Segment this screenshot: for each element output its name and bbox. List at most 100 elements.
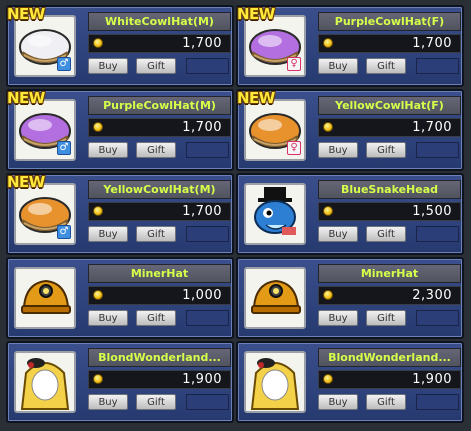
item-name: MinerHat [318, 264, 461, 283]
male-icon: ♂ [57, 225, 71, 239]
empty-button-slot [186, 226, 229, 242]
item-thumbnail[interactable]: ♂ [14, 183, 76, 245]
coin-icon [323, 38, 333, 48]
shop-item-card[interactable]: ♂ NEW WhiteCowlHat(M) 1,700 Buy Gift [6, 5, 234, 87]
item-thumbnail[interactable] [244, 183, 306, 245]
coin-icon [93, 374, 103, 384]
item-thumbnail[interactable]: ♀ [244, 99, 306, 161]
empty-button-slot [186, 142, 229, 158]
coin-icon [323, 206, 333, 216]
buy-button[interactable]: Buy [318, 310, 358, 326]
price-bar: 1,000 [88, 286, 231, 305]
new-badge: NEW [237, 89, 275, 107]
shop-item-card[interactable]: ♀ NEW YellowCowlHat(F) 1,700 Buy Gift [236, 89, 464, 171]
empty-button-slot [186, 310, 229, 326]
item-price: 1,900 [412, 372, 452, 387]
price-bar: 1,900 [88, 370, 231, 389]
item-thumbnail[interactable] [244, 267, 306, 329]
buy-button[interactable]: Buy [318, 58, 358, 74]
gift-button[interactable]: Gift [136, 58, 176, 74]
buy-button[interactable]: Buy [88, 394, 128, 410]
shop-item-card[interactable]: ♂ NEW YellowCowlHat(M) 1,700 Buy Gift [6, 173, 234, 255]
item-name: BlondWonderland... [88, 348, 231, 367]
shop-item-card[interactable]: BlueSnakeHead 1,500 Buy Gift [236, 173, 464, 255]
shop-item-card[interactable]: BlondWonderland... 1,900 Buy Gift [236, 341, 464, 423]
empty-button-slot [416, 310, 459, 326]
item-name: BlondWonderland... [318, 348, 461, 367]
shop-item-card[interactable]: MinerHat 2,300 Buy Gift [236, 257, 464, 339]
buy-button[interactable]: Buy [318, 142, 358, 158]
item-name: MinerHat [88, 264, 231, 283]
blond-wonderland-hair-icon [20, 358, 70, 410]
item-thumbnail[interactable]: ♂ [14, 15, 76, 77]
buy-button[interactable]: Buy [88, 226, 128, 242]
shop-item-card[interactable]: MinerHat 1,000 Buy Gift [6, 257, 234, 339]
price-bar: 1,500 [318, 202, 461, 221]
buy-button[interactable]: Buy [88, 58, 128, 74]
new-badge: NEW [237, 5, 275, 23]
miner-hat-icon [251, 279, 301, 314]
item-price: 1,900 [182, 372, 222, 387]
item-name: WhiteCowlHat(M) [88, 12, 231, 31]
empty-button-slot [186, 394, 229, 410]
shop-item-card[interactable]: ♀ NEW PurpleCowlHat(F) 1,700 Buy Gift [236, 5, 464, 87]
coin-icon [323, 374, 333, 384]
coin-icon [93, 122, 103, 132]
shop-item-card[interactable]: ♂ NEW PurpleCowlHat(M) 1,700 Buy Gift [6, 89, 234, 171]
gift-button[interactable]: Gift [136, 226, 176, 242]
gift-button[interactable]: Gift [136, 142, 176, 158]
buy-button[interactable]: Buy [318, 394, 358, 410]
item-thumbnail[interactable] [14, 351, 76, 413]
price-bar: 2,300 [318, 286, 461, 305]
item-price: 1,700 [412, 36, 452, 51]
male-icon: ♂ [57, 57, 71, 71]
item-name: PurpleCowlHat(M) [88, 96, 231, 115]
price-bar: 1,700 [318, 118, 461, 137]
item-name: YellowCowlHat(M) [88, 180, 231, 199]
price-bar: 1,700 [88, 34, 231, 53]
gift-button[interactable]: Gift [366, 58, 406, 74]
item-name: BlueSnakeHead [318, 180, 461, 199]
buy-button[interactable]: Buy [318, 226, 358, 242]
coin-icon [93, 206, 103, 216]
gift-button[interactable]: Gift [366, 394, 406, 410]
item-thumbnail[interactable]: ♀ [244, 15, 306, 77]
item-price: 1,700 [412, 120, 452, 135]
gift-button[interactable]: Gift [136, 310, 176, 326]
coin-icon [323, 122, 333, 132]
gift-button[interactable]: Gift [136, 394, 176, 410]
empty-button-slot [416, 226, 459, 242]
gift-button[interactable]: Gift [366, 142, 406, 158]
item-price: 1,700 [182, 204, 222, 219]
empty-button-slot [416, 394, 459, 410]
gift-button[interactable]: Gift [366, 310, 406, 326]
female-icon: ♀ [287, 141, 301, 155]
buy-button[interactable]: Buy [88, 310, 128, 326]
empty-button-slot [186, 58, 229, 74]
male-icon: ♂ [57, 141, 71, 155]
price-bar: 1,900 [318, 370, 461, 389]
empty-button-slot [416, 142, 459, 158]
miner-hat-icon [21, 279, 71, 314]
shop-item-card[interactable]: BlondWonderland... 1,900 Buy Gift [6, 341, 234, 423]
item-thumbnail[interactable] [244, 351, 306, 413]
item-thumbnail[interactable]: ♂ [14, 99, 76, 161]
price-bar: 1,700 [88, 202, 231, 221]
item-name: PurpleCowlHat(F) [318, 12, 461, 31]
female-icon: ♀ [287, 57, 301, 71]
item-price: 1,500 [412, 204, 452, 219]
coin-icon [93, 290, 103, 300]
coin-icon [93, 38, 103, 48]
empty-button-slot [416, 58, 459, 74]
item-price: 1,700 [182, 120, 222, 135]
gift-button[interactable]: Gift [366, 226, 406, 242]
coin-icon [323, 290, 333, 300]
blond-wonderland-hair-icon [250, 358, 300, 410]
new-badge: NEW [7, 5, 45, 23]
new-badge: NEW [7, 89, 45, 107]
item-price: 1,700 [182, 36, 222, 51]
item-thumbnail[interactable] [14, 267, 76, 329]
buy-button[interactable]: Buy [88, 142, 128, 158]
item-price: 1,000 [182, 288, 222, 303]
price-bar: 1,700 [88, 118, 231, 137]
